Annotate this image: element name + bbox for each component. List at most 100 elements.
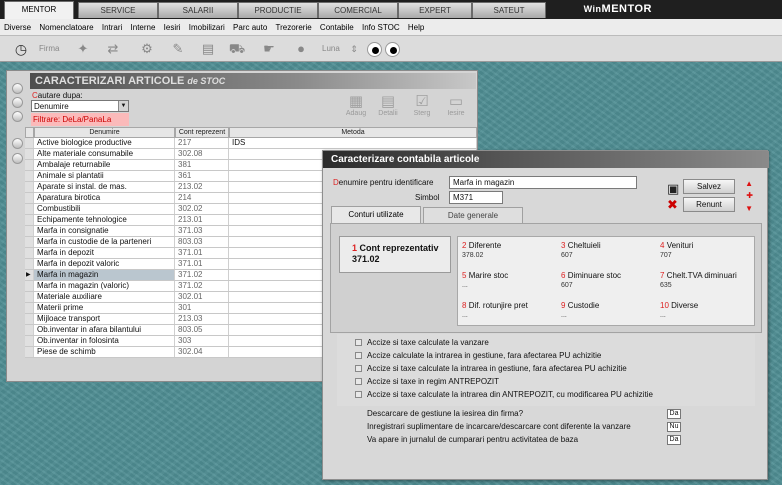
books-icon[interactable]: ▤ bbox=[197, 39, 219, 59]
menu-diverse[interactable]: Diverse bbox=[2, 19, 33, 36]
account-chelt-tva[interactable]: 7 Chelt.TVA diminuari 635 bbox=[660, 271, 737, 291]
checkbox-icon bbox=[355, 365, 362, 372]
puzzle-icon[interactable]: ⚙ bbox=[136, 39, 158, 59]
exit-button[interactable]: ▭ Iesire bbox=[441, 93, 471, 117]
search-field-select[interactable]: Denumire ▼ bbox=[31, 100, 129, 112]
cell-denumire: Echipamente tehnologice bbox=[34, 215, 175, 225]
module-tab-sateut[interactable]: SATEUT bbox=[472, 2, 546, 18]
menu-imobilizari[interactable]: Imobilizari bbox=[187, 19, 227, 36]
side-button-icon[interactable] bbox=[12, 97, 23, 108]
account-venituri[interactable]: 4 Venituri 707 bbox=[660, 241, 693, 261]
cell-cont: 213.01 bbox=[175, 215, 229, 225]
cont-reprezentativ-box[interactable]: 1 Cont reprezentativ 371.02 bbox=[339, 236, 451, 273]
simbol-input[interactable]: M371 bbox=[449, 191, 503, 204]
denumire-label: Denumire pentru identificare bbox=[333, 178, 434, 187]
menu-trezorerie[interactable]: Trezorerie bbox=[274, 19, 314, 36]
toolbar: ◷ Firma ✦ ⇄ ⚙ ✎ ▤ ⛟ ☛ ● Luna ⇕ bbox=[0, 36, 782, 62]
cell-denumire: Mijloace transport bbox=[34, 314, 175, 324]
cell-denumire: Ob.inventar in afara bilantului bbox=[34, 325, 175, 335]
check-antrepozit[interactable]: Accize si taxe in regim ANTREPOZIT bbox=[355, 377, 499, 386]
filter-button[interactable]: Filtrare: DeLa/PanaLa bbox=[31, 113, 129, 126]
module-tab-service[interactable]: SERVICE bbox=[78, 2, 158, 18]
menu-interne[interactable]: Interne bbox=[129, 19, 158, 36]
menu-nomenclatoare[interactable]: Nomenclatoare bbox=[37, 19, 95, 36]
row-indicator bbox=[25, 215, 34, 225]
add-button[interactable]: ▦ Adaug bbox=[341, 93, 371, 117]
save-button[interactable]: Salvez bbox=[683, 179, 735, 194]
check-accize-intrare[interactable]: Accize calculate la intrarea in gestiune… bbox=[355, 351, 601, 360]
plus-icon[interactable]: ✚ bbox=[746, 191, 753, 200]
module-tab-expert[interactable]: EXPERT bbox=[398, 2, 472, 18]
save-icon: ▣ bbox=[667, 181, 680, 196]
cell-denumire: Aparatura birotica bbox=[34, 193, 175, 203]
column-header-metoda[interactable]: Metoda bbox=[229, 127, 477, 138]
account-diverse[interactable]: 10 Diverse... bbox=[660, 301, 698, 321]
details-button[interactable]: ▤ Detalii bbox=[373, 93, 403, 117]
account-marire-stoc[interactable]: 5 Marire stoc... bbox=[462, 271, 508, 291]
cell-cont: 302.04 bbox=[175, 347, 229, 357]
conturi-panel: 1 Cont reprezentativ 371.02 2 Diferente 3… bbox=[330, 223, 762, 333]
clock-icon[interactable]: ◷ bbox=[10, 39, 32, 59]
month-spinner-icon[interactable]: ⇕ bbox=[343, 39, 365, 59]
menu-bar: Diverse Nomenclatoare Intrari Interne Ie… bbox=[0, 19, 782, 36]
delete-button[interactable]: ☑ Sterg bbox=[407, 93, 437, 117]
answer-inregistrari[interactable]: Nu bbox=[667, 422, 681, 432]
row-indicator bbox=[25, 314, 34, 324]
row-indicator bbox=[25, 226, 34, 236]
menu-iesiri[interactable]: Iesiri bbox=[162, 19, 183, 36]
cell-cont: 381 bbox=[175, 160, 229, 170]
side-button-icon[interactable] bbox=[12, 138, 23, 149]
cell-cont: 371.03 bbox=[175, 226, 229, 236]
table-row[interactable]: Active biologice productive 217 IDS bbox=[25, 138, 477, 149]
cancel-button[interactable]: Renunt bbox=[683, 197, 735, 212]
cell-cont: 361 bbox=[175, 171, 229, 181]
tab-conturi-utilizate[interactable]: Conturi utilizate bbox=[331, 206, 421, 223]
menu-contabile[interactable]: Contabile bbox=[318, 19, 356, 36]
denumire-input[interactable]: Marfa in magazin bbox=[449, 176, 637, 189]
module-tab-comercial[interactable]: COMERCIAL bbox=[318, 2, 398, 18]
check-accize-taxe-intrare[interactable]: Accize si taxe calculate la intrarea in … bbox=[355, 364, 627, 373]
answer-descarcare[interactable]: Da bbox=[667, 409, 681, 419]
check-accize-vanzare[interactable]: Accize si taxe calculate la vanzare bbox=[355, 338, 489, 347]
tab-date-generale[interactable]: Date generale bbox=[423, 207, 523, 223]
account-diferente[interactable]: 2 Diferente 378.02 bbox=[462, 241, 501, 261]
cell-cont: 371.02 bbox=[175, 281, 229, 291]
side-button-icon[interactable] bbox=[12, 83, 23, 94]
hand-icon[interactable]: ☛ bbox=[258, 39, 280, 59]
column-header-cont[interactable]: Cont reprezent bbox=[175, 127, 229, 138]
row-indicator bbox=[25, 248, 34, 258]
arrow-down-icon[interactable]: ▼ bbox=[745, 204, 753, 213]
account-dif-rotunjire[interactable]: 8 Dif. rotunjire pret... bbox=[462, 301, 528, 321]
answer-jurnal[interactable]: Da bbox=[667, 435, 681, 445]
column-header-denumire[interactable]: Denumire bbox=[34, 127, 175, 138]
cell-denumire: Materii prime bbox=[34, 303, 175, 313]
cell-denumire: Marfa in custodie de la parteneri bbox=[34, 237, 175, 247]
account-diminuare-stoc[interactable]: 6 Diminuare stoc 607 bbox=[561, 271, 621, 291]
side-button-icon[interactable] bbox=[12, 153, 23, 164]
module-tab-mentor[interactable]: MENTOR bbox=[4, 1, 74, 19]
transfer-icon[interactable]: ⇄ bbox=[102, 39, 124, 59]
module-tab-salarii[interactable]: SALARII bbox=[158, 2, 238, 18]
module-tab-productie[interactable]: PRODUCTIE bbox=[238, 2, 318, 18]
cell-denumire: Animale si plantatii bbox=[34, 171, 175, 181]
document-icon[interactable]: ✎ bbox=[167, 39, 189, 59]
arrow-up-icon[interactable]: ▲ bbox=[745, 179, 753, 188]
question-inregistrari: Inregistrari suplimentare de incarcare/d… bbox=[367, 422, 631, 431]
account-cheltuieli[interactable]: 3 Cheltuieli 607 bbox=[561, 241, 601, 261]
menu-help[interactable]: Help bbox=[406, 19, 426, 36]
chevron-down-icon[interactable]: ▼ bbox=[118, 101, 128, 111]
cell-cont: 803.03 bbox=[175, 237, 229, 247]
menu-parc-auto[interactable]: Parc auto bbox=[231, 19, 269, 36]
car-icon[interactable]: ⛟ bbox=[226, 39, 248, 59]
tools-icon[interactable]: ✦ bbox=[72, 39, 94, 59]
accize-options: Accize si taxe calculate la vanzare Acci… bbox=[337, 334, 755, 406]
check-din-antrepozit[interactable]: Accize si taxe calculate la intrarea din… bbox=[355, 390, 653, 399]
search-label: Cautare dupa: bbox=[32, 91, 83, 100]
menu-intrari[interactable]: Intrari bbox=[100, 19, 124, 36]
account-custodie[interactable]: 9 Custodie... bbox=[561, 301, 599, 321]
row-indicator-header bbox=[25, 127, 34, 138]
lightbulb-icon[interactable]: ● bbox=[290, 39, 312, 59]
menu-info-stoc[interactable]: Info STOC bbox=[360, 19, 402, 36]
cell-denumire: Piese de schimb bbox=[34, 347, 175, 357]
side-button-icon[interactable] bbox=[12, 111, 23, 122]
